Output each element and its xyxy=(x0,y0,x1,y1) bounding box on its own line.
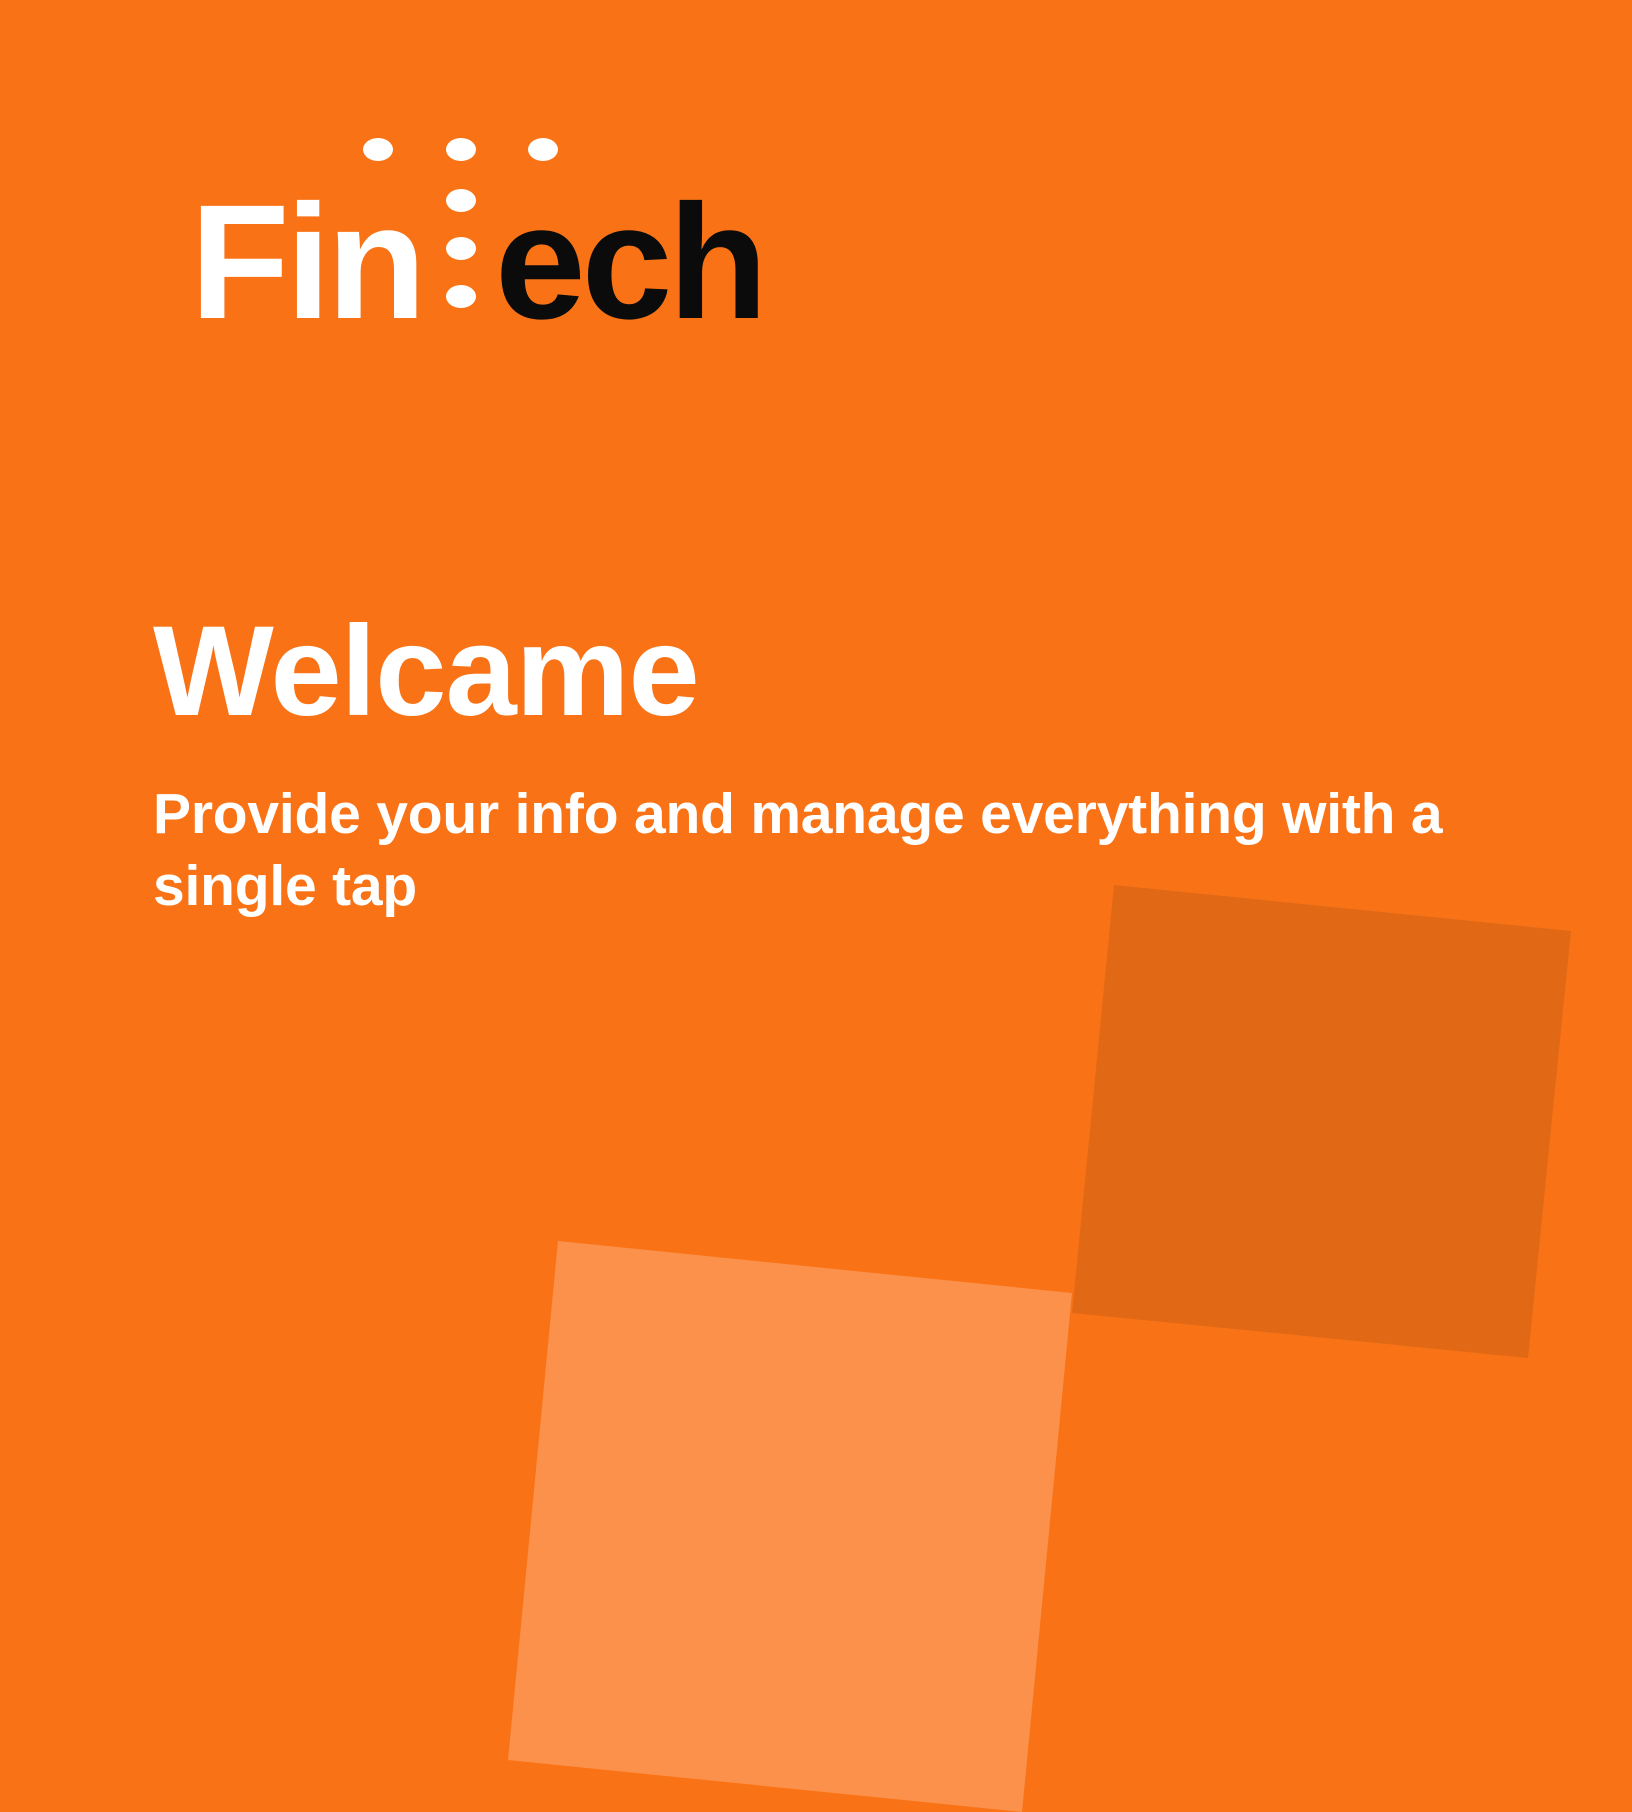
logo-dot-top-middle xyxy=(446,138,476,161)
logo-dot-bottom xyxy=(446,285,476,308)
logo-text-fin: Fin xyxy=(190,170,426,353)
welcome-subtitle: Provide your info and manage everything … xyxy=(153,782,1443,918)
decorative-light-square xyxy=(508,1241,1072,1812)
welcome-title: Welcame xyxy=(153,600,700,743)
fintech-logo: Fin ech xyxy=(190,128,810,343)
welcome-screen: Fin ech Welcame Provide your info and ma… xyxy=(0,0,1632,1812)
decorative-dark-square xyxy=(1072,885,1571,1358)
logo-dot-top-right xyxy=(528,138,558,161)
logo-text-ech: ech xyxy=(495,170,768,353)
logo-dot-middle xyxy=(446,237,476,260)
logo-dot-middle-upper xyxy=(446,189,476,212)
logo-dot-top-left xyxy=(363,138,393,161)
